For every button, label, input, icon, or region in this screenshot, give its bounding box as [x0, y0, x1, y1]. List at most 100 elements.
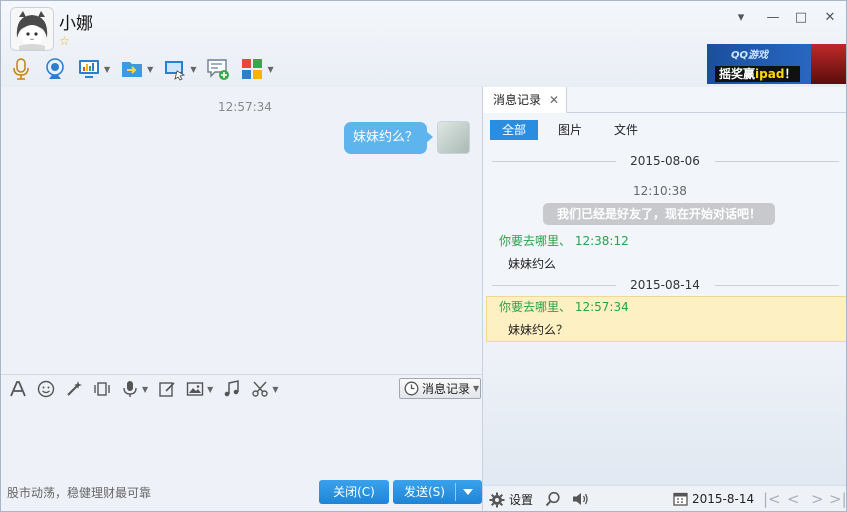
- separator-line: [492, 285, 616, 286]
- video-call-button[interactable]: [43, 57, 67, 81]
- shake-window-button[interactable]: [93, 380, 111, 398]
- chevron-down-icon[interactable]: ▼: [207, 385, 213, 394]
- filter-images[interactable]: 图片: [547, 120, 593, 140]
- chevron-down-icon[interactable]: ▼: [142, 385, 148, 394]
- send-file-button[interactable]: ▼: [120, 57, 153, 81]
- contact-avatar[interactable]: [10, 7, 54, 51]
- last-page-icon[interactable]: >|: [829, 490, 846, 508]
- divider: [1, 374, 482, 375]
- font-icon: [10, 381, 26, 397]
- record-time: 12:10:38: [633, 184, 687, 198]
- send-button-label: 发送(S): [404, 485, 445, 499]
- filter-files[interactable]: 文件: [603, 120, 649, 140]
- history-panel: 消息记录 ✕ 全部 图片 文件 2015-08-06 12:10:38 我们已经…: [482, 87, 846, 511]
- separator-line: [715, 285, 839, 286]
- calendar-icon: [673, 492, 688, 506]
- send-button-divider: [455, 483, 456, 501]
- date-picker[interactable]: 2015-8-14: [673, 491, 754, 506]
- message-history-button[interactable]: 消息记录 ▼: [399, 378, 481, 399]
- date-separator: 2015-08-06: [483, 154, 846, 168]
- send-image-button[interactable]: ▼: [186, 380, 213, 398]
- music-button[interactable]: [223, 380, 241, 398]
- screenshot-button[interactable]: ▼: [251, 380, 278, 398]
- voice-message-button[interactable]: ▼: [121, 380, 148, 398]
- window-menu-button[interactable]: ▾: [731, 9, 751, 27]
- search-icon: [545, 491, 560, 507]
- screen-share-icon: [165, 61, 186, 81]
- contact-name[interactable]: 小娜: [59, 9, 93, 34]
- magic-expression-button[interactable]: [65, 380, 83, 398]
- send-button[interactable]: 发送(S): [393, 480, 482, 504]
- system-message: 我们已经是好友了，现在开始对话吧！: [543, 203, 775, 225]
- minimize-button[interactable]: —: [763, 9, 783, 27]
- next-page-icon[interactable]: >: [811, 490, 824, 508]
- history-footer: 设置 2015-8-14 |< < > >|: [483, 485, 846, 511]
- message-bubble[interactable]: 妹妹约么？: [344, 122, 434, 154]
- chat-toolbar: ▼ ▼ ▼ ▼: [9, 55, 284, 83]
- game-ad-banner[interactable]: QQ游戏 摇奖赢ipad！: [707, 44, 846, 84]
- maximize-button[interactable]: □: [791, 9, 811, 27]
- chevron-down-icon[interactable]: ▼: [267, 65, 273, 74]
- close-tab-icon[interactable]: ✕: [549, 87, 559, 113]
- ad-logo: QQ游戏: [731, 50, 769, 61]
- self-avatar[interactable]: [437, 121, 470, 154]
- chat-window: 小娜 ☆ ▾ — □ ✕ ▼ ▼ ▼ ▼ QQ游戏 摇奖赢ipad！ 12:57…: [0, 0, 847, 512]
- close-window-button[interactable]: ✕: [820, 9, 840, 27]
- record-sender-time: 你要去哪里、 12:57:34: [499, 300, 629, 314]
- apps-button[interactable]: ▼: [240, 57, 274, 81]
- chat-add-icon: [207, 59, 230, 80]
- sound-button[interactable]: [572, 491, 589, 507]
- search-history-button[interactable]: [545, 491, 561, 507]
- message-input[interactable]: [1, 401, 482, 477]
- record-message[interactable]: 妹妹约么？: [508, 321, 568, 338]
- remote-desktop-button[interactable]: ▼: [77, 57, 110, 81]
- send-options-chevron-icon[interactable]: [463, 489, 473, 495]
- record-message[interactable]: 妹妹约么: [508, 255, 556, 272]
- tab-underline: [567, 112, 846, 113]
- note-button[interactable]: [158, 380, 176, 398]
- create-discussion-button[interactable]: [206, 57, 230, 81]
- vip-star-icon[interactable]: ☆: [59, 34, 70, 48]
- apps-grid-icon: [242, 59, 263, 79]
- smiley-icon: [37, 380, 55, 398]
- record-sender-time: 你要去哪里、 12:38:12: [499, 234, 629, 248]
- speaker-icon: [573, 493, 588, 505]
- close-chat-button[interactable]: 关闭(C): [319, 480, 389, 504]
- image-icon: [186, 382, 204, 396]
- screen-share-button[interactable]: ▼: [163, 57, 196, 81]
- gear-icon: [489, 492, 505, 507]
- ad-character-image: [811, 44, 846, 84]
- avatar-girl-icon: [11, 8, 53, 50]
- date-label: 2015-08-06: [630, 154, 700, 168]
- first-page-icon[interactable]: |<: [763, 490, 781, 508]
- emoji-button[interactable]: [37, 380, 55, 398]
- window-header: 小娜 ☆ ▾ — □ ✕ ▼ ▼ ▼ ▼ QQ游戏 摇奖赢ipad！: [1, 1, 846, 87]
- voice-call-button[interactable]: [9, 57, 33, 81]
- separator-line: [492, 161, 616, 162]
- date-label: 2015-08-14: [630, 278, 700, 292]
- settings-label: 设置: [509, 493, 534, 507]
- microphone-icon: [13, 58, 29, 80]
- monitor-chart-icon: [79, 60, 99, 78]
- chevron-down-icon: ▼: [473, 384, 480, 393]
- shake-icon: [94, 382, 110, 396]
- message-timestamp: 12:57:34: [218, 100, 272, 114]
- chevron-down-icon[interactable]: ▼: [272, 385, 278, 394]
- magic-wand-icon: [67, 381, 82, 396]
- chat-message-area: 12:57:34 妹妹约么？: [1, 87, 482, 375]
- date-separator: 2015-08-14: [483, 278, 846, 292]
- tab-label: 消息记录: [493, 93, 542, 107]
- chevron-down-icon[interactable]: ▼: [147, 65, 153, 74]
- filter-all[interactable]: 全部: [490, 120, 538, 140]
- font-button[interactable]: [9, 380, 27, 398]
- history-button-label: 消息记录: [422, 382, 471, 396]
- input-toolbar: ▼ ▼ ▼: [9, 377, 288, 401]
- news-ticker[interactable]: 股市动荡，稳健理财最可靠: [7, 484, 151, 501]
- chevron-down-icon[interactable]: ▼: [104, 65, 110, 74]
- webcam-icon: [46, 58, 64, 79]
- chevron-down-icon[interactable]: ▼: [190, 65, 196, 74]
- prev-page-icon[interactable]: <: [787, 490, 800, 508]
- clock-icon: [404, 381, 419, 396]
- settings-button[interactable]: 设置: [489, 491, 533, 508]
- tab-message-history[interactable]: 消息记录 ✕: [483, 87, 567, 113]
